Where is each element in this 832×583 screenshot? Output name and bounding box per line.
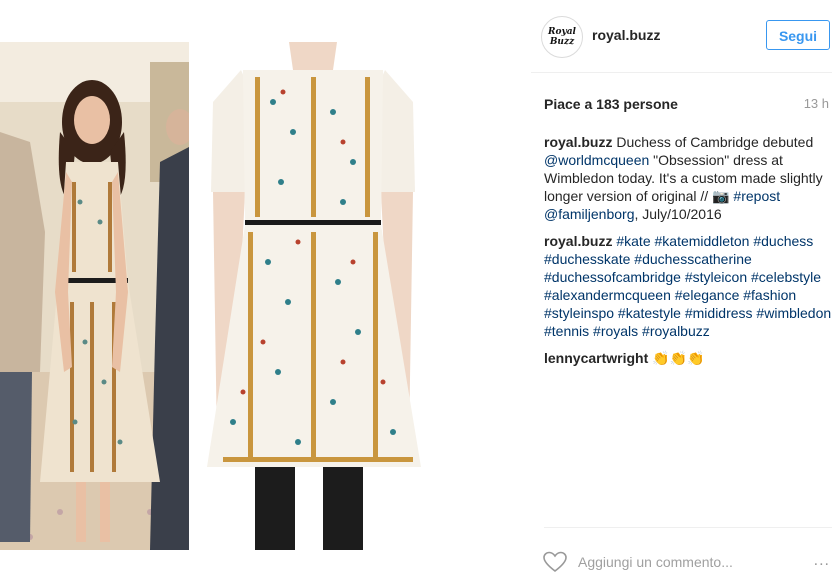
caption-comment: royal.buzz Duchess of Cambridge debuted …: [544, 133, 832, 223]
follow-button[interactable]: Segui: [766, 20, 830, 50]
hashtag-repost[interactable]: #repost: [733, 188, 780, 204]
comment-lennycartwright: lennycartwright 👏👏👏: [544, 349, 832, 367]
caption-text-1: Duchess of Cambridge debuted: [612, 134, 814, 150]
avatar-text-line2: Buzz: [549, 37, 575, 47]
add-comment-input[interactable]: Aggiungi un commento...: [578, 554, 733, 570]
caption-text-5: , July/10/2016: [634, 206, 722, 222]
more-options-icon[interactable]: ...: [814, 552, 830, 570]
hashtags-comment-username[interactable]: royal.buzz: [544, 233, 612, 249]
comment-text: 👏👏👏: [652, 350, 705, 366]
likes-count[interactable]: Piace a 183 persone: [544, 96, 678, 112]
post-side-panel: Royal Buzz royal.buzz Segui Piace a 183 …: [531, 0, 832, 582]
mention-familjenborg[interactable]: @familjenborg: [544, 206, 634, 222]
photo-right-graphic: [193, 42, 433, 550]
photo-right-dress: [193, 42, 433, 550]
post-username[interactable]: royal.buzz: [592, 27, 660, 43]
post-image[interactable]: [0, 0, 531, 582]
comment-username[interactable]: lennycartwright: [544, 350, 648, 366]
photo-left-graphic: [0, 42, 189, 550]
post-time[interactable]: 13 h: [804, 96, 829, 111]
avatar-text-line1: Royal: [548, 27, 576, 37]
comments-list: royal.buzz Duchess of Cambridge debuted …: [544, 133, 832, 376]
post-header: Royal Buzz royal.buzz Segui: [531, 0, 832, 73]
camera-icon: 📷: [712, 188, 730, 204]
hashtags-comment: royal.buzz #kate #katemiddleton #duchess…: [544, 232, 832, 340]
photo-left-kate: [0, 42, 189, 550]
post-footer: Aggiungi un commento... ...: [542, 527, 832, 583]
caption-username[interactable]: royal.buzz: [544, 134, 612, 150]
heart-icon[interactable]: [542, 550, 568, 574]
avatar[interactable]: Royal Buzz: [541, 16, 583, 58]
mention-worldmcqueen[interactable]: @worldmcqueen: [544, 152, 649, 168]
